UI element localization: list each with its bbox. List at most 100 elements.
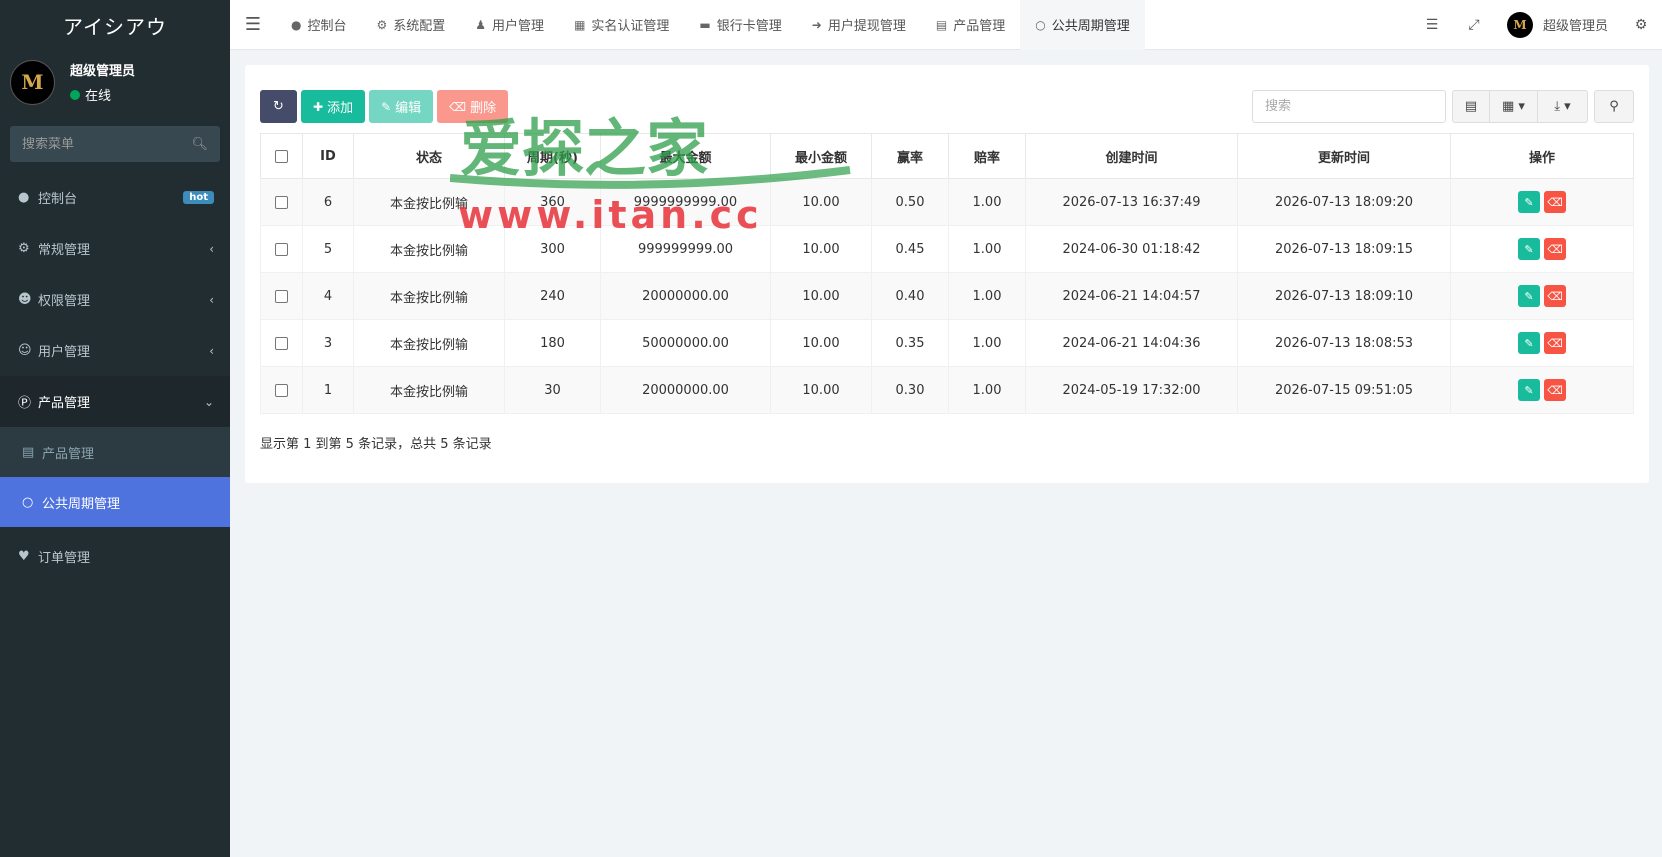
table-row[interactable]: 6 本金按比例输 360 9999999999.00 10.00 0.50 1.00 2026… [260,178,1634,226]
product-submenu: ▤ 产品管理 ○ 公共周期管理 [0,427,230,527]
brand-logo[interactable]: アイシアウ [0,0,230,50]
col-header[interactable]: 状态 [353,133,505,179]
row-actions-cell: ✎ ⌫ [1450,178,1634,226]
sidebar-item-permission[interactable]: ☻ 权限管理 ‹ [0,274,230,325]
table-cell: 1.00 [948,272,1026,320]
search-input[interactable] [1252,90,1446,123]
tab-realname[interactable]: ▦ 实名认证管理 [559,0,684,50]
row-delete-button[interactable]: ⌫ [1544,332,1566,354]
col-header[interactable]: 更新时间 [1237,133,1451,179]
sidebar-item-label: 常规管理 [38,243,91,258]
pencil-icon: ✎ [1524,383,1534,397]
select-all-checkbox[interactable] [275,149,288,163]
table-cell: 2026-07-15 09:51:05 [1237,366,1451,414]
table-row[interactable]: 4 本金按比例输 240 20000000.00 10.00 0.40 1.00 2024-0… [260,272,1634,320]
row-select-cell[interactable] [260,319,303,367]
tab-user-management[interactable]: ♟ 用户管理 [460,0,559,50]
select-all-cell[interactable] [260,133,303,179]
row-select-cell[interactable] [260,366,303,414]
row-edit-button[interactable]: ✎ [1518,238,1540,260]
col-header[interactable]: 最大金额 [600,133,771,179]
tab-label: 实名认证管理 [591,19,670,34]
translate-icon[interactable]: ☰ [1411,17,1453,33]
tab-bank-card[interactable]: ▬ 银行卡管理 [684,0,796,50]
row-checkbox[interactable] [275,383,288,397]
user-dropdown[interactable]: M 超级管理员 [1495,11,1620,38]
tab-product[interactable]: ▤ 产品管理 [921,0,1020,50]
topbar-user-name: 超级管理员 [1542,19,1608,34]
row-edit-button[interactable]: ✎ [1518,379,1540,401]
table-cell: 本金按比例输 [353,225,505,273]
row-delete-button[interactable]: ⌫ [1544,285,1566,307]
gear-icon: ⚙ [376,17,388,32]
shopping-bag-icon: ▤ [22,444,35,460]
tab-dashboard[interactable]: ● 控制台 [276,0,362,50]
row-actions-cell: ✎ ⌫ [1450,366,1634,414]
users-icon: ☻ [18,292,32,307]
hot-badge: hot [183,191,214,204]
table-row[interactable]: 1 本金按比例输 30 20000000.00 10.00 0.30 1.00 2024-05… [260,366,1634,414]
table-row[interactable]: 5 本金按比例输 300 999999999.00 10.00 0.45 1.00 2024-… [260,225,1634,273]
sidebar-subitem-product[interactable]: ▤ 产品管理 [0,427,230,477]
sidebar-item-label: 订单管理 [38,551,91,566]
columns-button[interactable]: ▦ ▾ [1490,90,1538,123]
row-delete-button[interactable]: ⌫ [1544,238,1566,260]
toggle-view-button[interactable]: ▤ [1452,90,1490,123]
row-select-cell[interactable] [260,225,303,273]
chevron-down-icon: ⌄ [203,394,214,409]
edit-button[interactable]: ✎ 编辑 [369,90,434,123]
col-header[interactable]: 赔率 [948,133,1026,179]
sidebar-item-orders[interactable]: ♥ 订单管理 [0,531,230,582]
pencil-icon: ✎ [1524,242,1534,256]
heartbeat-icon: ♥ [18,549,30,564]
row-select-cell[interactable] [260,272,303,320]
row-checkbox[interactable] [275,289,288,303]
tab-cycle-management[interactable]: ○ 公共周期管理 [1020,0,1145,50]
sidebar: アイシアウ M 超级管理员 在线 🔍︎ ● 控制台 hot ⚙ 常规管理 ‹ ☻… [0,0,230,857]
sidebar-item-label: 控制台 [38,192,78,207]
sidebar-subitem-cycle[interactable]: ○ 公共周期管理 [0,477,230,527]
sidebar-item-general[interactable]: ⚙ 常规管理 ‹ [0,223,230,274]
delete-label: 删除 [470,101,497,116]
circle-icon: ○ [1035,17,1046,32]
col-header[interactable]: 创建时间 [1025,133,1238,179]
online-dot-icon [70,89,80,100]
row-edit-button[interactable]: ✎ [1518,332,1540,354]
user-panel: M 超级管理员 在线 [0,52,230,112]
sidebar-item-dashboard[interactable]: ● 控制台 hot [0,172,230,223]
tab-label: 系统配置 [393,19,446,34]
sidebar-item-product[interactable]: Ⓟ 产品管理 ⌄ [0,376,230,427]
fullscreen-icon[interactable]: ⤢ [1453,17,1495,33]
col-header[interactable]: ID [302,133,354,179]
col-header[interactable]: 最小金额 [770,133,872,179]
table-cell: 1 [302,366,354,414]
list-icon: ▤ [1464,99,1478,114]
col-header[interactable]: 周期(秒) [504,133,601,179]
settings-icon[interactable]: ⚙ [1620,17,1662,33]
col-header[interactable]: 赢率 [871,133,949,179]
table-cell: 10.00 [770,178,872,226]
row-edit-button[interactable]: ✎ [1518,191,1540,213]
advanced-search-button[interactable]: ⚲ [1594,90,1634,123]
delete-button[interactable]: ⌫ 删除 [437,90,509,123]
sidebar-item-users[interactable]: ☺ 用户管理 ‹ [0,325,230,376]
tab-withdraw[interactable]: ➜ 用户提现管理 [797,0,921,50]
row-checkbox[interactable] [275,195,288,209]
refresh-button[interactable]: ↻ [260,90,297,123]
table-cell: 10.00 [770,366,872,414]
trash-icon: ⌫ [449,99,467,114]
search-icon[interactable]: 🔍︎ [191,137,208,152]
tab-system-config[interactable]: ⚙ 系统配置 [362,0,461,50]
row-select-cell[interactable] [260,178,303,226]
row-delete-button[interactable]: ⌫ [1544,191,1566,213]
table-cell: 360 [504,178,601,226]
row-checkbox[interactable] [275,242,288,256]
row-checkbox[interactable] [275,336,288,350]
hamburger-menu-icon[interactable]: ☰ [230,0,276,50]
add-button[interactable]: ✚ 添加 [301,90,366,123]
table-row[interactable]: 3 本金按比例输 180 50000000.00 10.00 0.35 1.00 2024-0… [260,319,1634,367]
row-delete-button[interactable]: ⌫ [1544,379,1566,401]
export-button[interactable]: ⤓ ▾ [1538,90,1588,123]
menu-search-input[interactable] [22,136,182,152]
row-edit-button[interactable]: ✎ [1518,285,1540,307]
